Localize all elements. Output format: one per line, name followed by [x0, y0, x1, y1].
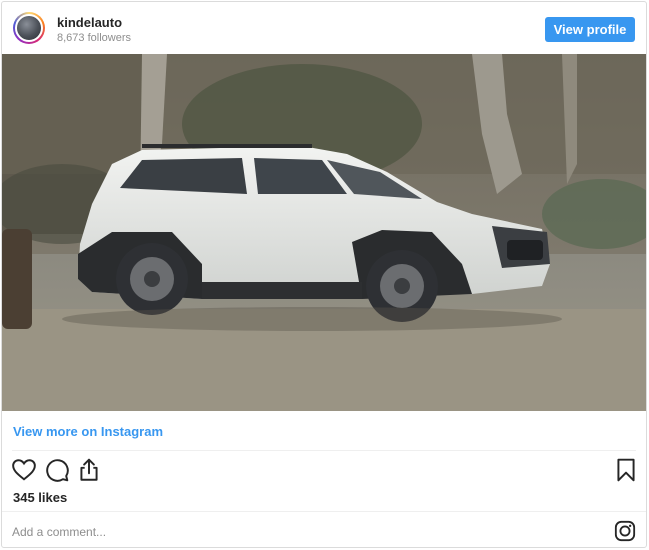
- share-icon[interactable]: [76, 457, 102, 483]
- bookmark-icon[interactable]: [613, 457, 639, 483]
- view-profile-button[interactable]: View profile: [545, 17, 635, 42]
- post-header: kindelauto 8,673 followers View profile: [2, 2, 646, 54]
- likes-count[interactable]: 345 likes: [13, 490, 67, 505]
- instagram-embed: kindelauto 8,673 followers View profile: [1, 1, 647, 548]
- view-more-link[interactable]: View more on Instagram: [13, 424, 163, 439]
- follower-count: 8,673 followers: [57, 32, 131, 44]
- instagram-logo-icon[interactable]: [614, 520, 636, 542]
- add-comment-input[interactable]: Add a comment...: [12, 525, 106, 539]
- post-image[interactable]: [2, 54, 646, 411]
- divider: [12, 450, 636, 451]
- heart-icon[interactable]: [11, 457, 37, 483]
- avatar[interactable]: [13, 12, 45, 44]
- comment-row: Add a comment...: [2, 512, 646, 547]
- comment-icon[interactable]: [44, 457, 70, 483]
- username[interactable]: kindelauto: [57, 15, 122, 30]
